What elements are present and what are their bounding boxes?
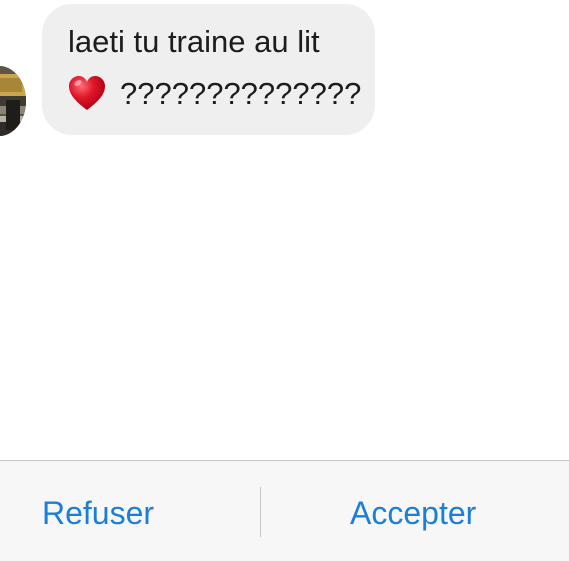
message-request-screen: laeti tu traine au lit ?????????????? Re… [0,0,569,561]
message-text-line1: laeti tu traine au lit [68,24,320,59]
message-request-action-bar: Refuser Accepter [0,460,569,561]
action-divider [260,487,261,537]
sender-avatar[interactable] [0,66,26,136]
avatar-photo-icon [0,66,26,136]
accept-button[interactable]: Accepter [350,493,476,533]
message-bubble[interactable]: laeti tu traine au lit ?????????????? [42,4,375,135]
message-text-line2: ?????????????? [68,74,375,114]
refuse-button[interactable]: Refuser [42,493,154,533]
message-text-question-marks: ?????????????? [120,76,362,111]
red-heart-icon [68,75,106,113]
